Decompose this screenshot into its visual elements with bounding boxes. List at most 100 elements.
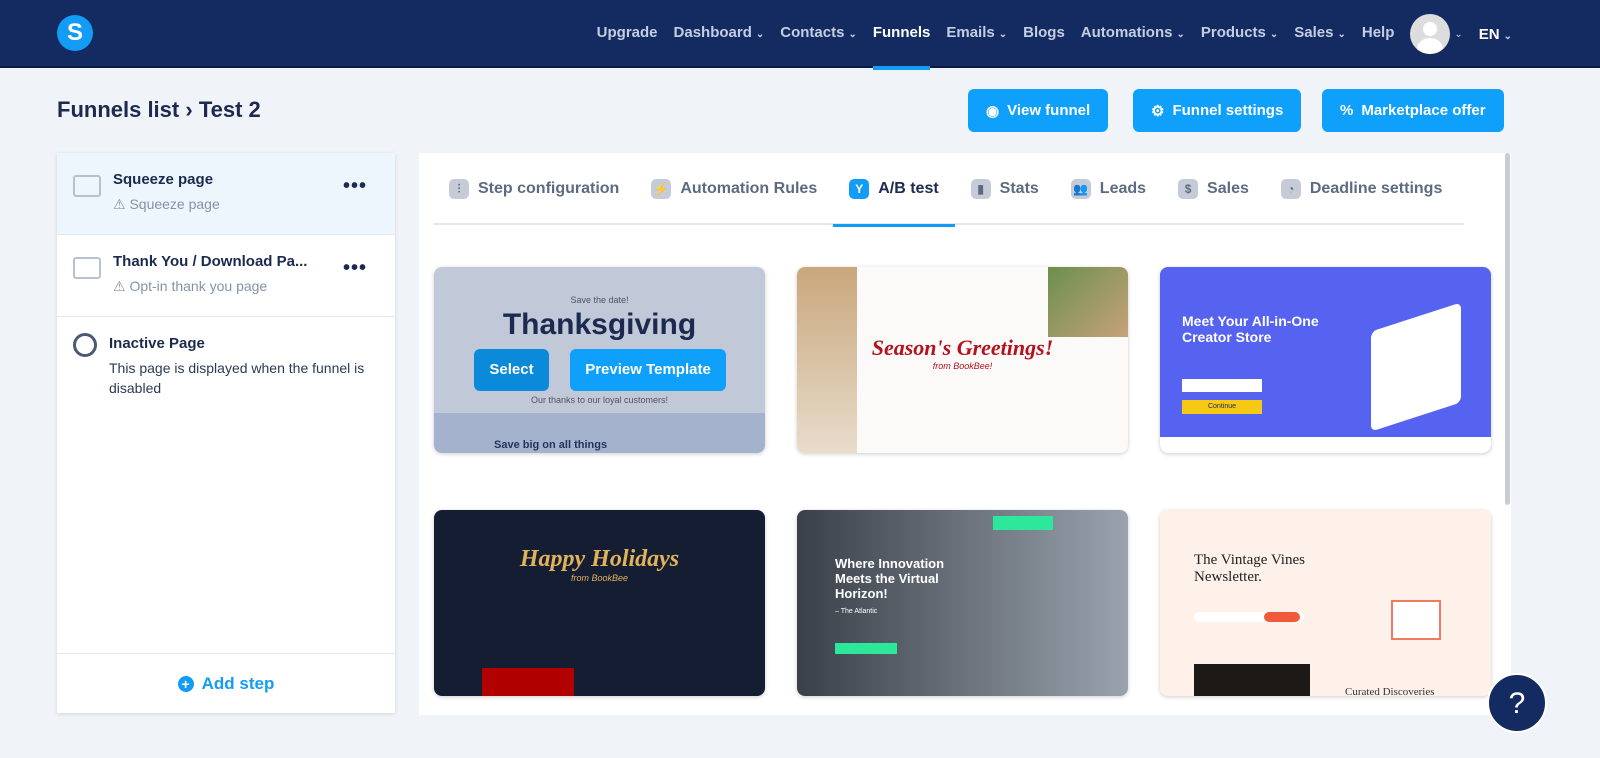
dollar-icon: $ (1178, 179, 1199, 199)
chevron-down-icon: ⌄ (848, 29, 857, 40)
nav-label: Automations (1080, 24, 1173, 41)
template-title: Meet Your All-in-One Creator Store (1182, 313, 1319, 345)
tab-label: Step configuration (478, 180, 620, 197)
more-icon[interactable]: ••• (343, 175, 367, 198)
tab-leads[interactable]: 👥 Leads (1055, 153, 1162, 225)
chevron-down-icon: ⌄ (1337, 29, 1346, 40)
bolt-icon: ⚡ (651, 179, 672, 199)
funnel-settings-label: Funnel settings (1172, 102, 1284, 119)
tab-label: Deadline settings (1309, 180, 1443, 197)
nav-label: Help (1361, 24, 1395, 41)
template-card-creator-store[interactable]: Meet Your All-in-One Creator Store Conti… (1160, 267, 1491, 453)
eye-icon: ◉ (986, 102, 1000, 120)
chevron-down-icon: ⌄ (755, 29, 765, 40)
breadcrumb-funnels-list[interactable]: Funnels list (57, 97, 179, 122)
chevron-down-icon: ⌄ (1503, 30, 1512, 42)
tabs: ⫶ Step configuration ⚡ Automation Rules Y A/B… (433, 153, 1464, 227)
split-icon: Y (849, 179, 870, 199)
template-cta: Continue (1182, 400, 1262, 414)
tab-automation-rules[interactable]: ⚡ Automation Rules (635, 153, 833, 225)
template-sub: Curated Discoveries (1345, 686, 1435, 696)
nav-upgrade[interactable]: Upgrade (597, 0, 658, 68)
main-panel: ⫶ Step configuration ⚡ Automation Rules Y A/B… (419, 153, 1511, 715)
nav-automations[interactable]: Automations ⌄ (1081, 0, 1185, 68)
steps-sidebar: Squeeze page ⚠ Squeeze page ••• Thank Yo… (57, 153, 395, 713)
nav-emails[interactable]: Emails ⌄ (946, 0, 1007, 68)
nav-menu: Upgrade Dashboard ⌄ Contacts ⌄ Funnels Emails ⌄… (597, 0, 1512, 70)
template-title: Happy Holidays (519, 546, 680, 572)
help-button[interactable]: ? (1487, 673, 1547, 733)
tab-label: Stats (999, 180, 1039, 197)
language-selector[interactable]: EN ⌄ (1479, 26, 1512, 43)
marketplace-offer-label: Marketplace offer (1361, 102, 1486, 119)
nav-sales[interactable]: Sales ⌄ (1294, 0, 1346, 68)
inactive-page[interactable]: Inactive Page This page is displayed whe… (57, 317, 395, 398)
add-step-button[interactable]: + Add step (57, 653, 395, 713)
logo[interactable]: S (57, 15, 93, 51)
nav-label: Dashboard (673, 24, 752, 41)
nav-blogs[interactable]: Blogs (1023, 0, 1065, 68)
chevron-down-icon: ⌄ (1176, 29, 1185, 40)
select-template-button[interactable]: Select (474, 349, 549, 391)
template-card-seasons-greetings[interactable]: Season's Greetings! from BookBee! (797, 267, 1128, 453)
tab-label: Automation Rules (680, 180, 818, 197)
tab-step-configuration[interactable]: ⫶ Step configuration (433, 153, 635, 225)
template-title: Where Innovation Meets the Virtual Horiz… (835, 556, 945, 601)
avatar (1410, 14, 1451, 54)
nav-products[interactable]: Products ⌄ (1201, 0, 1278, 68)
nav-dashboard[interactable]: Dashboard ⌄ (674, 0, 765, 68)
bar-chart-icon: ▮ (970, 179, 991, 199)
step-squeeze-page[interactable]: Squeeze page ⚠ Squeeze page ••• (57, 153, 395, 235)
template-title: Season's Greetings! (871, 335, 1054, 360)
step-subtitle: ⚠ Opt-in thank you page (113, 278, 268, 294)
add-step-label: Add step (201, 673, 275, 693)
tab-deadline-settings[interactable]: ◔ Deadline settings (1265, 153, 1458, 225)
breadcrumb-current: Test 2 (198, 97, 261, 122)
step-subtitle: ⚠ Squeeze page (113, 196, 220, 212)
chevron-down-icon: ⌄ (998, 29, 1008, 40)
inactive-title: Inactive Page (109, 335, 205, 352)
tab-label: Leads (1099, 180, 1147, 197)
tab-sales[interactable]: $ Sales (1162, 153, 1265, 225)
tab-a-b-test[interactable]: Y A/B test (833, 153, 956, 227)
template-card-virtual-horizon[interactable]: Where Innovation Meets the Virtual Horiz… (797, 510, 1128, 696)
funnel-settings-button[interactable]: ⚙ Funnel settings (1133, 89, 1302, 132)
ban-icon (73, 333, 97, 357)
nav-funnels[interactable]: Funnels (872, 0, 931, 70)
plus-icon: + (177, 675, 194, 692)
nav-label: Funnels (872, 24, 931, 41)
scrollbar[interactable] (1505, 153, 1510, 505)
preview-template-button[interactable]: Preview Template (570, 349, 726, 391)
gear-icon: ⚙ (1151, 102, 1165, 120)
nav-label: Emails (946, 24, 995, 41)
nav-label: Upgrade (596, 24, 658, 41)
percent-icon: % (1340, 102, 1354, 119)
nav-label: Sales (1294, 24, 1334, 41)
more-icon[interactable]: ••• (343, 257, 367, 280)
users-icon: 👥 (1070, 179, 1091, 199)
page-icon (73, 175, 101, 197)
tab-label: Sales (1207, 180, 1249, 197)
clock-icon: ◔ (1280, 179, 1301, 199)
nav-help[interactable]: Help (1362, 0, 1395, 68)
view-funnel-label: View funnel (1007, 102, 1091, 119)
nav-contacts[interactable]: Contacts ⌄ (780, 0, 857, 68)
step-thank-you-page[interactable]: Thank You / Download Pa... ⚠ Opt-in than… (57, 235, 395, 317)
marketplace-offer-button[interactable]: % Marketplace offer (1322, 89, 1504, 132)
template-title: The Vintage Vines Newsletter. (1194, 552, 1305, 585)
chevron-down-icon: ⌄ (1454, 28, 1463, 40)
tab-stats[interactable]: ▮ Stats (955, 153, 1055, 225)
view-funnel-button[interactable]: ◉ View funnel (968, 89, 1109, 132)
template-sub: from BookBee (570, 573, 629, 583)
nav-label: Blogs (1023, 24, 1065, 41)
template-sub: from BookBee! (932, 361, 993, 371)
template-card-vintage-vines[interactable]: The Vintage Vines Newsletter. Curated Di… (1160, 510, 1491, 696)
template-card-thanksgiving[interactable]: Save the date! Thanksgiving Our thanks t… (434, 267, 765, 453)
tab-label: A/B test (878, 180, 939, 197)
nav-label: Contacts (780, 24, 845, 41)
chevron-down-icon: ⌄ (1269, 29, 1279, 40)
user-menu[interactable]: ⌄ (1410, 14, 1463, 54)
inactive-desc: This page is displayed when the funnel i… (109, 360, 365, 396)
breadcrumb: Funnels list › Test 2 (57, 97, 261, 123)
template-card-happy-holidays[interactable]: Happy Holidays from BookBee (434, 510, 765, 696)
